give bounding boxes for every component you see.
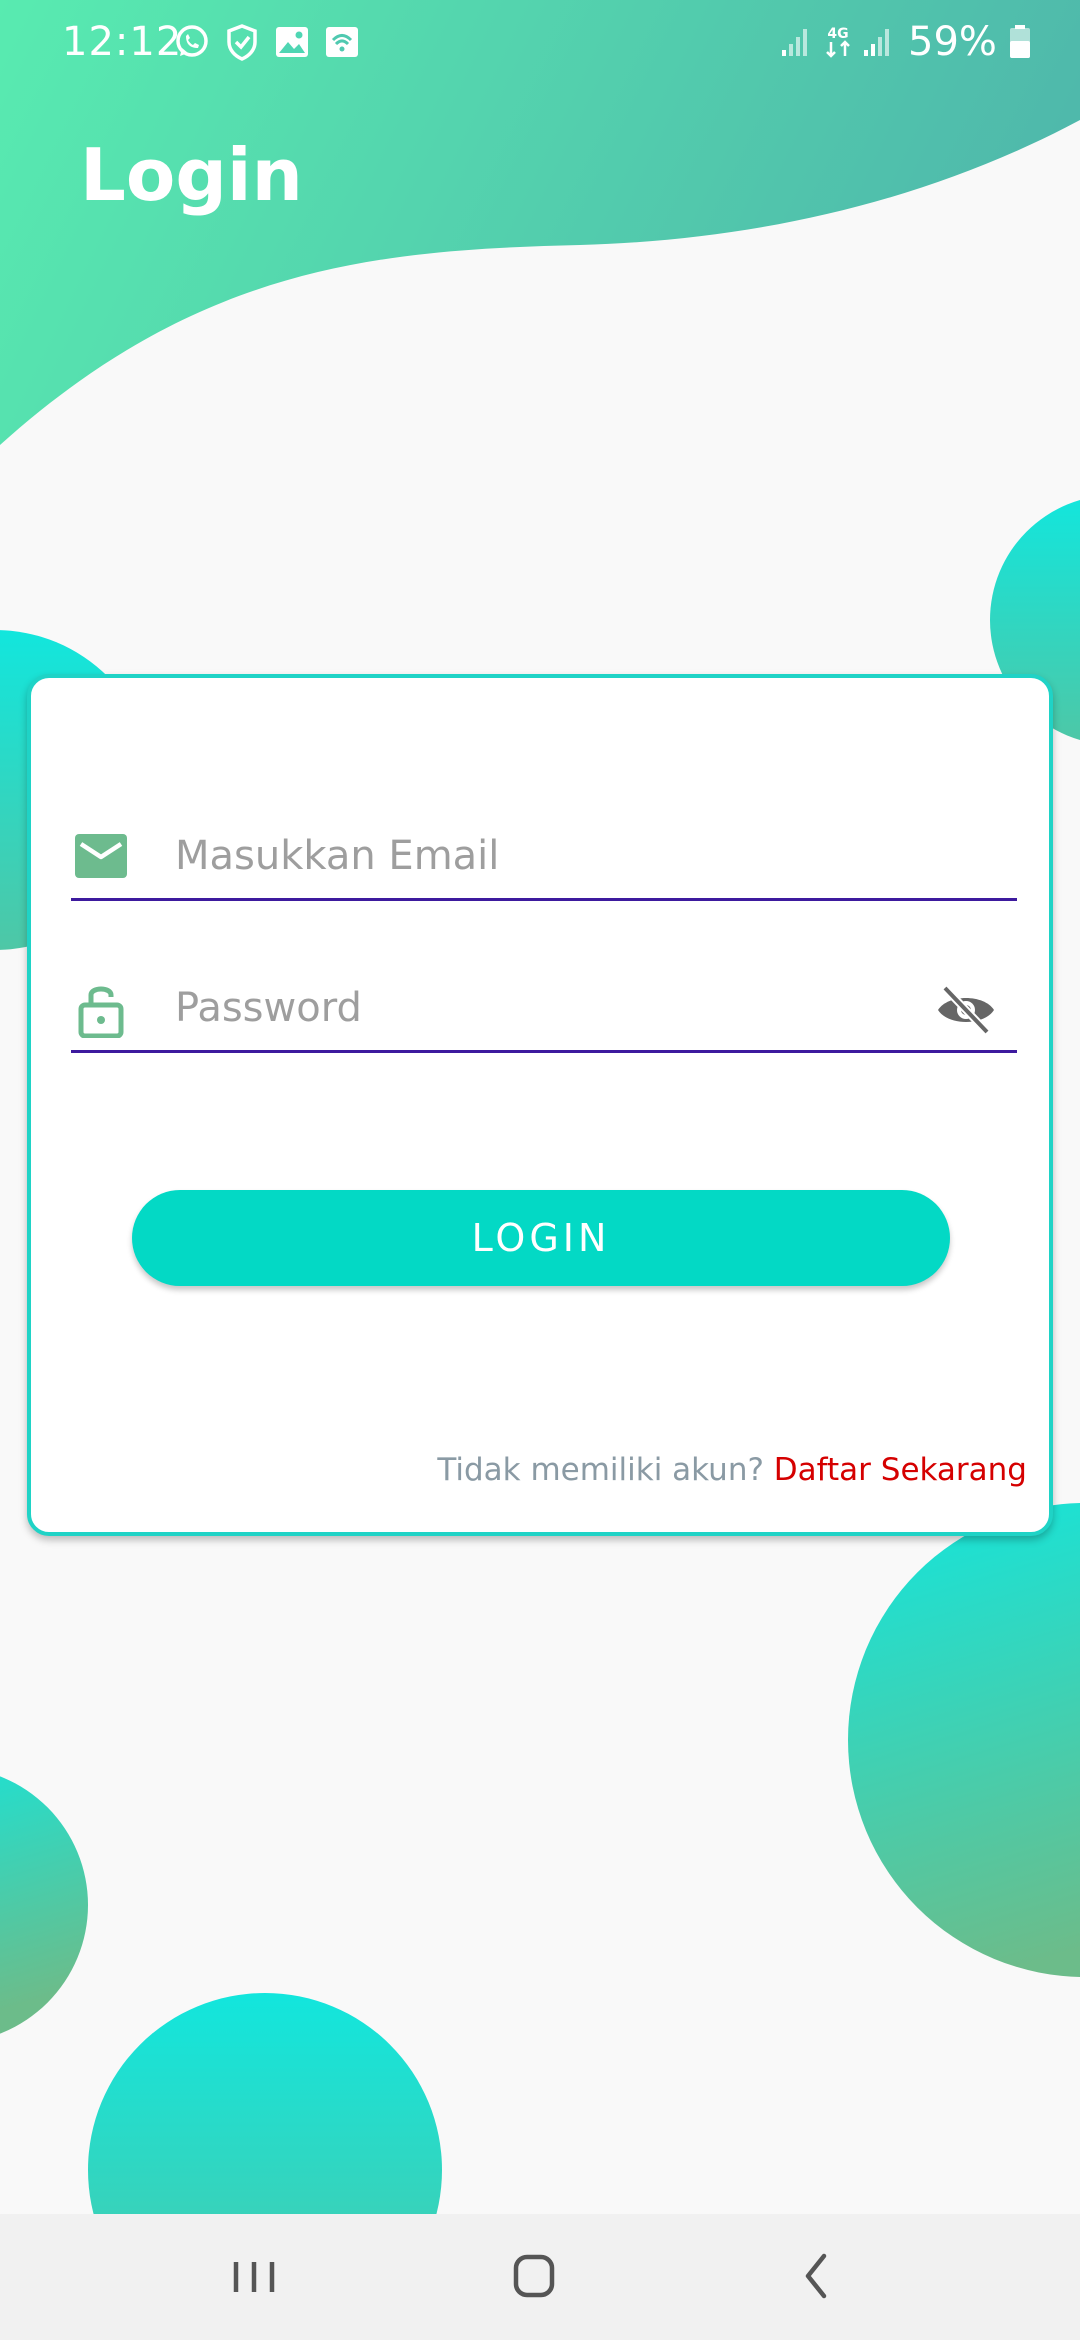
status-time: 12:12 <box>62 19 183 65</box>
register-link[interactable]: Daftar Sekarang <box>774 1452 1027 1488</box>
network-4g-icon: 4G <box>818 22 858 62</box>
login-card: LOGIN Tidak memiliki akun? Daftar Sekara… <box>27 674 1053 1536</box>
battery-icon <box>1000 22 1040 62</box>
blob-circle-right-bottom <box>848 1503 1080 1977</box>
home-icon[interactable] <box>494 2242 574 2312</box>
signal-icon <box>858 22 898 62</box>
shield-icon <box>222 22 262 62</box>
recent-apps-icon[interactable] <box>214 2242 294 2312</box>
status-bar: 12:12 4G 59% <box>0 0 1080 84</box>
blob-circle-left-bottom <box>0 1776 88 2034</box>
navigation-bar <box>0 2214 1080 2340</box>
lock-icon <box>71 978 131 1038</box>
email-input[interactable] <box>175 818 915 894</box>
login-screen: 12:12 4G 59% Login Masukkan Email LOGIN … <box>0 0 1080 2340</box>
whatsapp-icon <box>172 22 212 62</box>
email-icon <box>71 826 131 886</box>
battery-percent: 59% <box>908 19 997 65</box>
password-input[interactable] <box>175 970 915 1046</box>
back-icon[interactable] <box>776 2242 856 2312</box>
email-field <box>71 818 1017 901</box>
register-prompt: Tidak memiliki akun? <box>437 1452 764 1488</box>
page-title: Login <box>80 133 303 217</box>
signal-icon <box>776 22 816 62</box>
wifi-icon <box>322 22 362 62</box>
register-row: Tidak memiliki akun? Daftar Sekarang <box>437 1448 1027 1492</box>
svg-text:4G: 4G <box>827 26 848 42</box>
login-button[interactable]: LOGIN <box>132 1190 950 1286</box>
image-icon <box>272 22 312 62</box>
password-field <box>71 970 1017 1053</box>
eye-off-icon[interactable] <box>935 982 997 1038</box>
